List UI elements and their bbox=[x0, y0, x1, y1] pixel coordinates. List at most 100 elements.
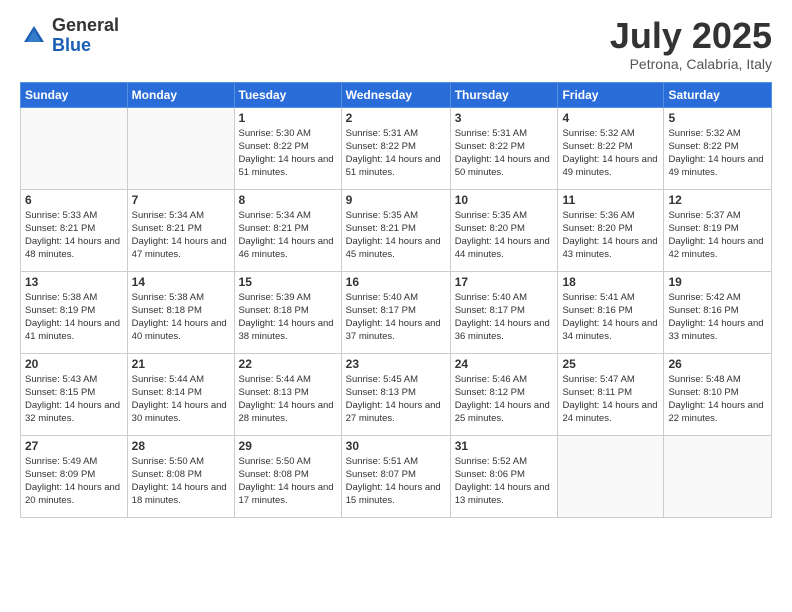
col-sunday: Sunday bbox=[21, 82, 128, 107]
day-number: 22 bbox=[239, 357, 337, 371]
day-info: Sunrise: 5:30 AM Sunset: 8:22 PM Dayligh… bbox=[239, 127, 337, 180]
table-row: 15 Sunrise: 5:39 AM Sunset: 8:18 PM Dayli… bbox=[234, 271, 341, 353]
day-info: Sunrise: 5:38 AM Sunset: 8:18 PM Dayligh… bbox=[132, 291, 230, 344]
day-number: 10 bbox=[455, 193, 554, 207]
title-block: July 2025 Petrona, Calabria, Italy bbox=[610, 16, 772, 72]
day-info: Sunrise: 5:36 AM Sunset: 8:20 PM Dayligh… bbox=[562, 209, 659, 262]
table-row: 19 Sunrise: 5:42 AM Sunset: 8:16 PM Dayli… bbox=[664, 271, 772, 353]
day-info: Sunrise: 5:48 AM Sunset: 8:10 PM Dayligh… bbox=[668, 373, 767, 426]
table-row: 3 Sunrise: 5:31 AM Sunset: 8:22 PM Daylig… bbox=[450, 107, 558, 189]
table-row: 20 Sunrise: 5:43 AM Sunset: 8:15 PM Dayli… bbox=[21, 353, 128, 435]
day-info: Sunrise: 5:51 AM Sunset: 8:07 PM Dayligh… bbox=[346, 455, 446, 508]
table-row: 25 Sunrise: 5:47 AM Sunset: 8:11 PM Dayli… bbox=[558, 353, 664, 435]
day-number: 6 bbox=[25, 193, 123, 207]
day-number: 21 bbox=[132, 357, 230, 371]
table-row bbox=[664, 435, 772, 517]
location: Petrona, Calabria, Italy bbox=[610, 56, 772, 72]
header: General Blue July 2025 Petrona, Calabria… bbox=[20, 16, 772, 72]
day-number: 7 bbox=[132, 193, 230, 207]
day-info: Sunrise: 5:49 AM Sunset: 8:09 PM Dayligh… bbox=[25, 455, 123, 508]
table-row: 1 Sunrise: 5:30 AM Sunset: 8:22 PM Daylig… bbox=[234, 107, 341, 189]
day-info: Sunrise: 5:39 AM Sunset: 8:18 PM Dayligh… bbox=[239, 291, 337, 344]
day-number: 16 bbox=[346, 275, 446, 289]
table-row: 10Sunrise: 5:35 AM Sunset: 8:20 PM Dayli… bbox=[450, 189, 558, 271]
day-number: 20 bbox=[25, 357, 123, 371]
day-number: 5 bbox=[668, 111, 767, 125]
table-row: 8 Sunrise: 5:34 AM Sunset: 8:21 PM Daylig… bbox=[234, 189, 341, 271]
day-number: 8 bbox=[239, 193, 337, 207]
table-row bbox=[558, 435, 664, 517]
table-row: 6Sunrise: 5:33 AM Sunset: 8:21 PM Daylig… bbox=[21, 189, 128, 271]
day-number: 26 bbox=[668, 357, 767, 371]
day-info: Sunrise: 5:38 AM Sunset: 8:19 PM Dayligh… bbox=[25, 291, 123, 344]
day-info: Sunrise: 5:44 AM Sunset: 8:13 PM Dayligh… bbox=[239, 373, 337, 426]
day-number: 13 bbox=[25, 275, 123, 289]
day-info: Sunrise: 5:50 AM Sunset: 8:08 PM Dayligh… bbox=[239, 455, 337, 508]
table-row: 28 Sunrise: 5:50 AM Sunset: 8:08 PM Dayli… bbox=[127, 435, 234, 517]
day-number: 17 bbox=[455, 275, 554, 289]
day-info: Sunrise: 5:41 AM Sunset: 8:16 PM Dayligh… bbox=[562, 291, 659, 344]
day-info: Sunrise: 5:44 AM Sunset: 8:14 PM Dayligh… bbox=[132, 373, 230, 426]
day-info: Sunrise: 5:45 AM Sunset: 8:13 PM Dayligh… bbox=[346, 373, 446, 426]
day-number: 25 bbox=[562, 357, 659, 371]
calendar-header-row: Sunday Monday Tuesday Wednesday Thursday… bbox=[21, 82, 772, 107]
day-info: Sunrise: 5:40 AM Sunset: 8:17 PM Dayligh… bbox=[455, 291, 554, 344]
table-row: 29 Sunrise: 5:50 AM Sunset: 8:08 PM Dayli… bbox=[234, 435, 341, 517]
table-row: 4Sunrise: 5:32 AM Sunset: 8:22 PM Daylig… bbox=[558, 107, 664, 189]
calendar-week-row: 20 Sunrise: 5:43 AM Sunset: 8:15 PM Dayli… bbox=[21, 353, 772, 435]
day-number: 1 bbox=[239, 111, 337, 125]
table-row: 23 Sunrise: 5:45 AM Sunset: 8:13 PM Dayli… bbox=[341, 353, 450, 435]
day-info: Sunrise: 5:43 AM Sunset: 8:15 PM Dayligh… bbox=[25, 373, 123, 426]
table-row: 18Sunrise: 5:41 AM Sunset: 8:16 PM Dayli… bbox=[558, 271, 664, 353]
day-info: Sunrise: 5:37 AM Sunset: 8:19 PM Dayligh… bbox=[668, 209, 767, 262]
day-number: 2 bbox=[346, 111, 446, 125]
table-row: 16 Sunrise: 5:40 AM Sunset: 8:17 PM Dayli… bbox=[341, 271, 450, 353]
month-title: July 2025 bbox=[610, 16, 772, 56]
logo-general: General bbox=[52, 16, 119, 36]
table-row: 27Sunrise: 5:49 AM Sunset: 8:09 PM Dayli… bbox=[21, 435, 128, 517]
calendar-week-row: 6Sunrise: 5:33 AM Sunset: 8:21 PM Daylig… bbox=[21, 189, 772, 271]
table-row bbox=[127, 107, 234, 189]
calendar-week-row: 13 Sunrise: 5:38 AM Sunset: 8:19 PM Dayli… bbox=[21, 271, 772, 353]
day-number: 15 bbox=[239, 275, 337, 289]
col-thursday: Thursday bbox=[450, 82, 558, 107]
day-number: 30 bbox=[346, 439, 446, 453]
table-row: 22 Sunrise: 5:44 AM Sunset: 8:13 PM Dayli… bbox=[234, 353, 341, 435]
table-row: 21 Sunrise: 5:44 AM Sunset: 8:14 PM Dayli… bbox=[127, 353, 234, 435]
day-info: Sunrise: 5:34 AM Sunset: 8:21 PM Dayligh… bbox=[239, 209, 337, 262]
day-number: 14 bbox=[132, 275, 230, 289]
col-friday: Friday bbox=[558, 82, 664, 107]
table-row: 30 Sunrise: 5:51 AM Sunset: 8:07 PM Dayli… bbox=[341, 435, 450, 517]
logo: General Blue bbox=[20, 16, 119, 56]
day-number: 4 bbox=[562, 111, 659, 125]
table-row: 13 Sunrise: 5:38 AM Sunset: 8:19 PM Dayli… bbox=[21, 271, 128, 353]
calendar-week-row: 1 Sunrise: 5:30 AM Sunset: 8:22 PM Daylig… bbox=[21, 107, 772, 189]
day-info: Sunrise: 5:50 AM Sunset: 8:08 PM Dayligh… bbox=[132, 455, 230, 508]
col-tuesday: Tuesday bbox=[234, 82, 341, 107]
table-row: 7 Sunrise: 5:34 AM Sunset: 8:21 PM Daylig… bbox=[127, 189, 234, 271]
day-number: 12 bbox=[668, 193, 767, 207]
day-number: 29 bbox=[239, 439, 337, 453]
table-row: 5Sunrise: 5:32 AM Sunset: 8:22 PM Daylig… bbox=[664, 107, 772, 189]
day-info: Sunrise: 5:46 AM Sunset: 8:12 PM Dayligh… bbox=[455, 373, 554, 426]
table-row: 24Sunrise: 5:46 AM Sunset: 8:12 PM Dayli… bbox=[450, 353, 558, 435]
day-info: Sunrise: 5:47 AM Sunset: 8:11 PM Dayligh… bbox=[562, 373, 659, 426]
logo-blue: Blue bbox=[52, 36, 119, 56]
day-info: Sunrise: 5:52 AM Sunset: 8:06 PM Dayligh… bbox=[455, 455, 554, 508]
day-number: 23 bbox=[346, 357, 446, 371]
table-row: 14 Sunrise: 5:38 AM Sunset: 8:18 PM Dayli… bbox=[127, 271, 234, 353]
table-row: 9Sunrise: 5:35 AM Sunset: 8:21 PM Daylig… bbox=[341, 189, 450, 271]
day-number: 3 bbox=[455, 111, 554, 125]
day-info: Sunrise: 5:34 AM Sunset: 8:21 PM Dayligh… bbox=[132, 209, 230, 262]
table-row: 11Sunrise: 5:36 AM Sunset: 8:20 PM Dayli… bbox=[558, 189, 664, 271]
table-row: 26 Sunrise: 5:48 AM Sunset: 8:10 PM Dayli… bbox=[664, 353, 772, 435]
col-wednesday: Wednesday bbox=[341, 82, 450, 107]
calendar-week-row: 27Sunrise: 5:49 AM Sunset: 8:09 PM Dayli… bbox=[21, 435, 772, 517]
calendar-table: Sunday Monday Tuesday Wednesday Thursday… bbox=[20, 82, 772, 518]
day-info: Sunrise: 5:31 AM Sunset: 8:22 PM Dayligh… bbox=[455, 127, 554, 180]
table-row: 12 Sunrise: 5:37 AM Sunset: 8:19 PM Dayli… bbox=[664, 189, 772, 271]
day-info: Sunrise: 5:42 AM Sunset: 8:16 PM Dayligh… bbox=[668, 291, 767, 344]
day-number: 19 bbox=[668, 275, 767, 289]
day-number: 28 bbox=[132, 439, 230, 453]
day-info: Sunrise: 5:40 AM Sunset: 8:17 PM Dayligh… bbox=[346, 291, 446, 344]
